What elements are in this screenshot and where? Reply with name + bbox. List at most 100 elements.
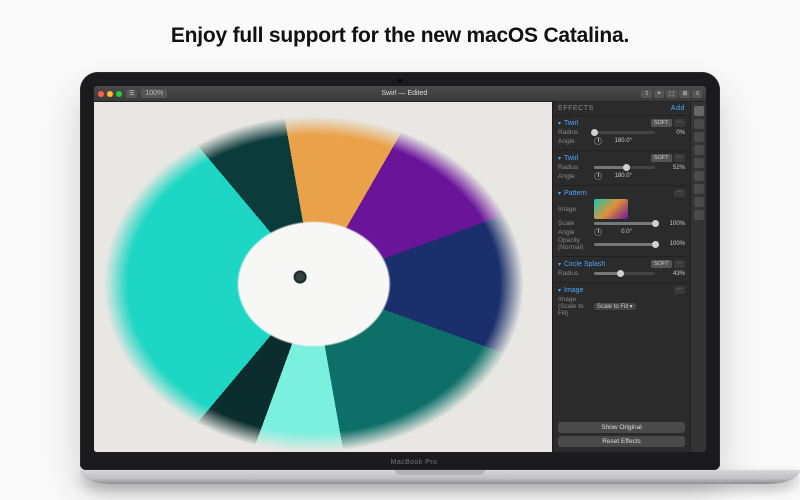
select-dropdown[interactable]: Scale to Fill ▾ [594,303,636,310]
param-label: Angle [558,229,590,236]
image-thumbnail[interactable] [594,199,628,219]
toolbar-btn-2[interactable]: ⬚ [666,90,678,98]
titlebar: ☰ 100% Swirl — Edited ⇪ ⌖ ⬚ ⊞ ≡ [94,86,706,102]
tool-1[interactable] [694,119,704,129]
param-row: Radius 0% [558,129,685,136]
effect-tag[interactable]: ⋯ [674,189,686,197]
param-row: Radius 43% [558,270,685,277]
angle-dial[interactable] [594,172,602,180]
param-row: Angle180.0° [558,137,685,145]
chevron-down-icon: ▾ [558,261,561,268]
laptop-notch [395,470,485,475]
effect-section: ▾Image ⋯ Image (Scale to Fill) Scale to Fil… [553,282,690,322]
param-row: Opacity (Normal) 100% [558,237,685,251]
tool-8[interactable] [694,210,704,220]
doc-status: Edited [407,90,427,97]
effect-section: ▾Twirl SOFT⋯ Radius 52%Angle180.0° [553,150,690,185]
tool-7[interactable] [694,197,704,207]
show-original-button[interactable]: Show Original [558,422,685,433]
param-row: Radius 52% [558,164,685,171]
effect-header[interactable]: ▾Twirl SOFT⋯ [558,154,685,162]
chevron-down-icon: ▾ [558,155,561,162]
effect-name: Twirl [564,120,578,127]
effect-tag[interactable]: ⋯ [674,286,686,294]
param-value: 100% [659,241,685,247]
doc-name: Swirl [381,90,396,97]
param-value: 100% [659,221,685,227]
effect-tag[interactable]: SOFT [651,154,672,162]
effects-panel: EFFECTS Add ▾TwirlSOFT⋯Radius0%Angle180.… [552,102,690,452]
slider[interactable] [594,131,655,134]
param-value: 52% [659,165,685,171]
toolbar-btn-3[interactable]: ⊞ [679,90,690,98]
effect-tag[interactable]: ⋯ [674,119,686,127]
effect-section: ▾Circle Splash SOFT⋯ Radius 43% [553,256,690,282]
param-label: Radius [558,129,590,136]
effect-name: Image [564,287,583,294]
laptop-bezel: ☰ 100% Swirl — Edited ⇪ ⌖ ⬚ ⊞ ≡ [80,72,720,470]
param-value: 0% [659,130,685,136]
param-row: Image [558,199,685,219]
chevron-down-icon: ▾ [558,287,561,294]
effect-name: Circle Splash [564,261,605,268]
slider[interactable] [594,222,655,225]
param-row: Angle180.0° [558,172,685,180]
canvas[interactable] [94,102,552,452]
add-effect-button[interactable]: Add [671,105,685,112]
chevron-down-icon: ▾ [558,190,561,197]
tool-6[interactable] [694,184,704,194]
window-controls[interactable] [98,91,122,97]
toolbar-btn-4[interactable]: ≡ [692,90,702,98]
tool-strip [690,102,706,452]
workspace: EFFECTS Add ▾TwirlSOFT⋯Radius0%Angle180.… [94,102,706,452]
tool-3[interactable] [694,145,704,155]
slider[interactable] [594,166,655,169]
angle-dial[interactable] [594,137,602,145]
marketing-headline: Enjoy full support for the new macOS Cat… [0,0,800,66]
tool-2[interactable] [694,132,704,142]
maximize-icon[interactable] [116,91,122,97]
toolbar-btn-0[interactable]: ⇪ [641,90,652,98]
effect-tag[interactable]: SOFT [651,119,672,127]
param-row: Image (Scale to Fill) Scale to Fill ▾ [558,296,685,317]
chevron-down-icon: ▾ [558,120,561,127]
toolbar-btn-1[interactable]: ⌖ [654,90,663,98]
param-row: Scale 100% [558,220,685,227]
effect-name: Pattern [564,190,587,197]
param-label: Image [558,206,590,213]
laptop-mockup: ☰ 100% Swirl — Edited ⇪ ⌖ ⬚ ⊞ ≡ [80,72,720,484]
tool-0[interactable] [694,106,704,116]
effect-tag[interactable]: ⋯ [674,260,686,268]
panel-title: EFFECTS [558,105,594,112]
close-icon[interactable] [98,91,104,97]
angle-dial[interactable] [594,228,602,236]
param-label: Image (Scale to Fill) [558,296,590,317]
effect-tag[interactable]: SOFT [651,260,672,268]
effect-header[interactable]: ▾Image ⋯ [558,286,685,294]
reset-effects-button[interactable]: Reset Effects [558,436,685,447]
tool-4[interactable] [694,158,704,168]
slider[interactable] [594,272,655,275]
param-label: Scale [558,220,590,227]
sidebar-toggle-icon[interactable]: ☰ [126,90,137,98]
param-label: Opacity (Normal) [558,237,590,251]
effect-header[interactable]: ▾Twirl SOFT⋯ [558,119,685,127]
toolbar-right: ⇪ ⌖ ⬚ ⊞ ≡ [641,90,702,98]
effect-header[interactable]: ▾Pattern ⋯ [558,189,685,197]
param-label: Radius [558,270,590,277]
param-label: Angle [558,138,590,145]
app-window: ☰ 100% Swirl — Edited ⇪ ⌖ ⬚ ⊞ ≡ [94,86,706,452]
effect-tag[interactable]: ⋯ [674,154,686,162]
param-label: Radius [558,164,590,171]
param-value: 0.0° [606,229,632,235]
minimize-icon[interactable] [107,91,113,97]
tool-5[interactable] [694,171,704,181]
param-value: 43% [659,271,685,277]
effect-section: ▾Pattern ⋯ Image Scale 100% Angle 0.0° Opacity … [553,185,690,256]
zoom-level[interactable]: 100% [141,89,167,98]
effect-header[interactable]: ▾Circle Splash SOFT⋯ [558,260,685,268]
effect-center-handle[interactable] [295,272,305,282]
effect-name: Twirl [564,155,578,162]
document-title: Swirl — Edited [171,90,637,97]
slider[interactable] [594,243,655,246]
